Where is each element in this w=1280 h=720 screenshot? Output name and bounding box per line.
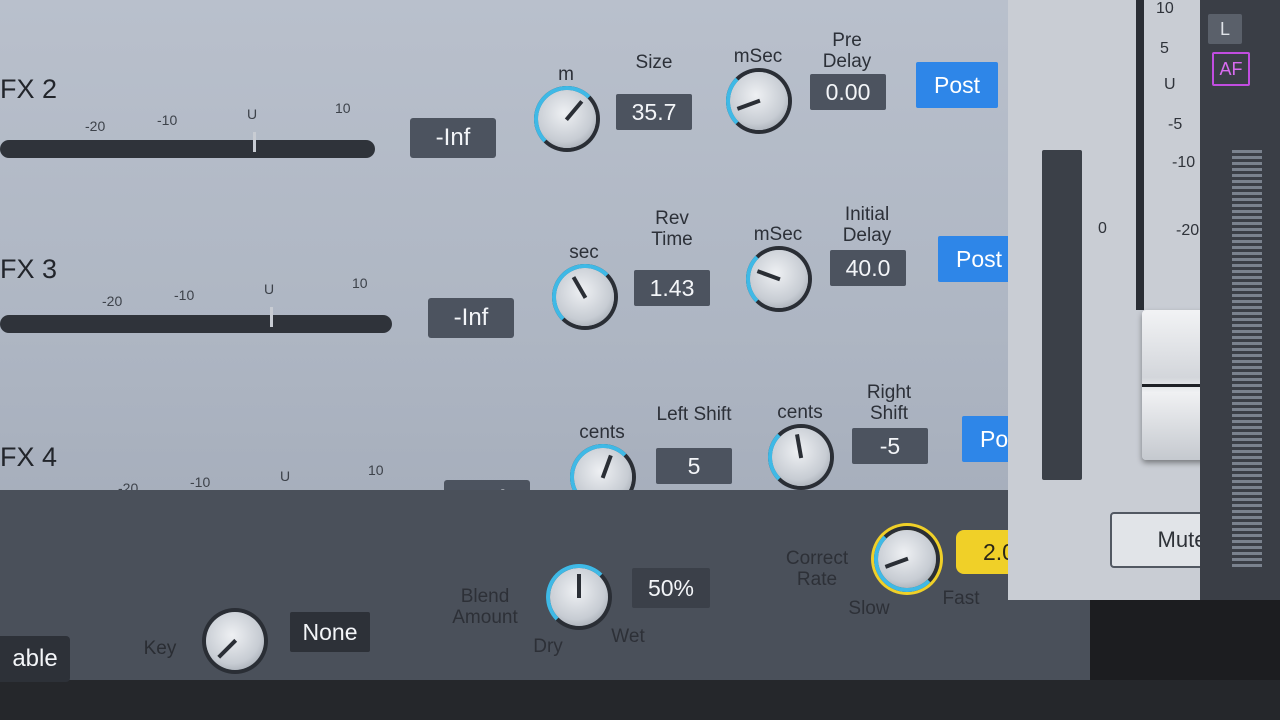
param2-knob[interactable] bbox=[726, 68, 788, 134]
param2-value[interactable]: 0.00 bbox=[810, 74, 886, 110]
fader-scale-label: -10 bbox=[1172, 154, 1196, 171]
param2-label: Initial Delay bbox=[842, 204, 892, 246]
wet-label: Wet bbox=[611, 626, 645, 647]
scale-label: 10 bbox=[352, 275, 368, 291]
blend-label: Blend Amount bbox=[452, 586, 518, 628]
channel-meter bbox=[1042, 150, 1082, 480]
scale-label: U bbox=[280, 468, 291, 484]
meter-zero-label: 0 bbox=[1098, 220, 1107, 237]
blend-knob[interactable] bbox=[546, 564, 612, 630]
scale-label: U bbox=[264, 281, 275, 297]
bottom-shadow bbox=[0, 680, 1280, 720]
fader-scale-label: 10 bbox=[1156, 0, 1174, 17]
knob2-unit-label: mSec bbox=[753, 224, 803, 245]
key-value[interactable]: None bbox=[290, 612, 370, 652]
param2-value[interactable]: -5 bbox=[852, 428, 928, 464]
dry-label: Dry bbox=[533, 636, 563, 657]
knob1-unit-label: cents bbox=[579, 422, 625, 443]
param1-value[interactable]: 1.43 bbox=[634, 270, 710, 306]
param1-knob[interactable] bbox=[552, 264, 618, 330]
param2-knob[interactable] bbox=[746, 246, 808, 312]
scale-label: -10 bbox=[157, 112, 178, 128]
param1-knob[interactable] bbox=[534, 86, 600, 152]
level-meter bbox=[0, 307, 392, 333]
scale-label: -10 bbox=[190, 474, 211, 490]
send-level-button[interactable]: -Inf bbox=[410, 118, 496, 158]
level-meter bbox=[0, 132, 375, 158]
channel-label: FX 4 bbox=[0, 442, 58, 472]
blend-value[interactable]: 50% bbox=[632, 568, 710, 608]
param1-label: Left Shift bbox=[656, 404, 732, 425]
fader-scale-label: U bbox=[1164, 76, 1176, 93]
send-level-button[interactable]: -Inf bbox=[428, 298, 514, 338]
scale-label: 10 bbox=[368, 462, 384, 478]
param2-value[interactable]: 40.0 bbox=[830, 250, 906, 286]
enable-button[interactable]: able bbox=[0, 636, 70, 682]
scale-label: -10 bbox=[174, 287, 195, 303]
scale-label: U bbox=[247, 106, 258, 122]
fader-slot bbox=[1136, 0, 1144, 310]
knob2-unit-label: cents bbox=[777, 402, 823, 423]
knob2-unit-label: mSec bbox=[733, 46, 783, 67]
param1-value[interactable]: 5 bbox=[656, 448, 732, 484]
knob1-unit-label: m bbox=[558, 64, 574, 85]
param1-label: Rev Time bbox=[651, 208, 693, 250]
sidebar-meter bbox=[1232, 150, 1262, 570]
fader-scale-label: 5 bbox=[1160, 40, 1169, 57]
param2-label: Right Shift bbox=[866, 382, 912, 424]
slow-label: Slow bbox=[848, 598, 890, 619]
param2-label: Pre Delay bbox=[822, 30, 872, 72]
sidebar-af-button[interactable]: AF bbox=[1212, 52, 1250, 86]
channel-label: FX 2 bbox=[0, 74, 58, 104]
correct-rate-knob[interactable] bbox=[874, 526, 940, 592]
key-knob[interactable] bbox=[206, 612, 264, 670]
scale-label: -20 bbox=[102, 293, 123, 309]
scale-label: 10 bbox=[335, 100, 351, 116]
scale-label: -20 bbox=[85, 118, 106, 134]
fader-scale-label: -5 bbox=[1168, 116, 1183, 133]
fast-label: Fast bbox=[942, 588, 980, 609]
fader-scale-label: -20 bbox=[1176, 222, 1200, 239]
param2-knob[interactable] bbox=[768, 424, 830, 490]
sidebar-l-button[interactable]: L bbox=[1208, 14, 1242, 44]
channel-label: FX 3 bbox=[0, 254, 58, 284]
correct-rate-label: Correct Rate bbox=[785, 548, 849, 590]
knob1-unit-label: sec bbox=[569, 242, 599, 263]
param1-label: Size bbox=[635, 52, 673, 73]
param1-value[interactable]: 35.7 bbox=[616, 94, 692, 130]
send-post-button[interactable]: Post bbox=[916, 62, 998, 108]
key-label: Key bbox=[143, 638, 177, 659]
